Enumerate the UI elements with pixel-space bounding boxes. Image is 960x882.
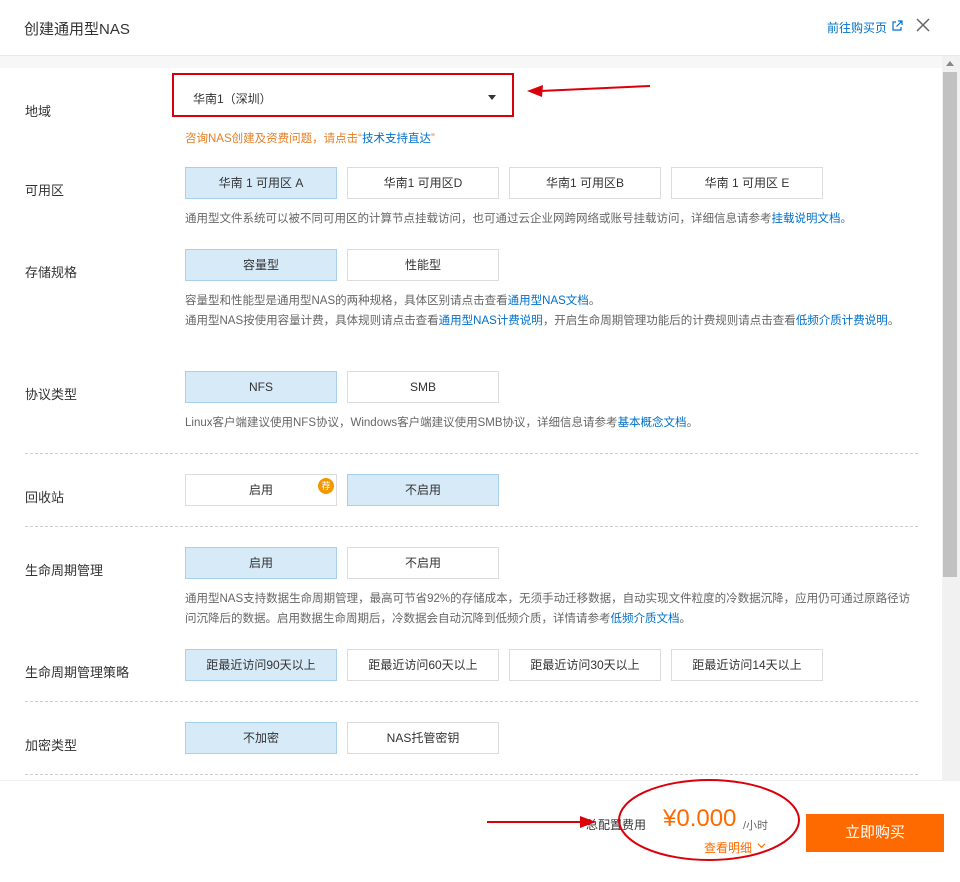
- storage-help-line2: 通用型NAS按使用容量计费，具体规则请点击查看通用型NAS计费说明，开启生命周期…: [185, 311, 920, 331]
- storage-help2-mid: ，开启生命周期管理功能后的计费规则请点击查看: [542, 315, 796, 327]
- low-freq-doc-link[interactable]: 低频介质文档: [611, 613, 680, 625]
- chevron-down-icon[interactable]: [757, 841, 766, 850]
- zone-option-d[interactable]: 华南1 可用区D: [347, 167, 499, 199]
- zone-option-b[interactable]: 华南1 可用区B: [509, 167, 661, 199]
- protocol-help-end: 。: [686, 417, 699, 429]
- zone-help-text: 通用型文件系统可以被不同可用区的计算节点挂载访问，也可通过云企业网跨网络或账号挂…: [185, 213, 772, 225]
- recycle-option-enable[interactable]: 启用: [185, 474, 337, 506]
- recycle-option-disable[interactable]: 不启用: [347, 474, 499, 506]
- policy-option-60[interactable]: 距最近访问60天以上: [347, 649, 499, 681]
- storage-option-capacity[interactable]: 容量型: [185, 249, 337, 281]
- zone-option-e[interactable]: 华南 1 可用区 E: [671, 167, 823, 199]
- zone-label: 可用区: [25, 183, 65, 198]
- protocol-help: Linux客户端建议使用NFS协议，Windows客户端建议使用SMB协议，详细…: [185, 413, 920, 433]
- basic-concept-doc-link[interactable]: 基本概念文档: [618, 417, 687, 429]
- section-divider: [25, 701, 918, 702]
- scrollbar-thumb[interactable]: [943, 72, 957, 577]
- storage-help1-end: 。: [588, 295, 601, 307]
- lifecycle-help-end: 。: [679, 613, 692, 625]
- storage-option-performance[interactable]: 性能型: [347, 249, 499, 281]
- recommended-badge: 荐: [318, 478, 334, 494]
- storage-label: 存储规格: [25, 265, 78, 280]
- buy-now-button[interactable]: 立即购买: [806, 814, 944, 852]
- form-content: 地域 华南1（深圳） 咨询NAS创建及资费问题，请点击“技术支持直达” 可用区 …: [0, 56, 942, 780]
- annotation-highlight-box: [172, 73, 514, 117]
- lifecycle-help: 通用型NAS支持数据生命周期管理，最高可节省92%的存储成本，无须手动迁移数据，…: [185, 589, 920, 629]
- storage-help1-text: 容量型和性能型是通用型NAS的两种规格，具体区别请点击查看: [185, 295, 508, 307]
- nas-doc-link[interactable]: 通用型NAS文档: [508, 295, 589, 307]
- external-link-icon[interactable]: [891, 20, 903, 32]
- consult-text: 咨询NAS创建及资费问题，请点击“: [185, 133, 362, 145]
- zone-option-a[interactable]: 华南 1 可用区 A: [185, 167, 337, 199]
- lifecycle-help-text: 通用型NAS支持数据生命周期管理，最高可节省92%的存储成本，无须手动迁移数据，…: [185, 593, 911, 625]
- consult-note: 咨询NAS创建及资费问题，请点击“技术支持直达”: [185, 130, 435, 146]
- price-unit: /小时: [743, 820, 769, 832]
- dialog-title: 创建通用型NAS: [24, 21, 130, 38]
- low-freq-billing-link[interactable]: 低频介质计费说明: [796, 315, 888, 327]
- policy-option-90[interactable]: 距最近访问90天以上: [185, 649, 337, 681]
- storage-help: 容量型和性能型是通用型NAS的两种规格，具体区别请点击查看通用型NAS文档。 通…: [185, 291, 920, 331]
- mount-doc-link[interactable]: 挂载说明文档: [772, 213, 841, 225]
- policy-label: 生命周期管理策略: [25, 665, 130, 680]
- storage-help2-end: 。: [887, 315, 900, 327]
- protocol-label: 协议类型: [25, 387, 78, 402]
- nas-billing-link[interactable]: 通用型NAS计费说明: [439, 315, 543, 327]
- encryption-label: 加密类型: [25, 738, 78, 753]
- encryption-option-managed-key[interactable]: NAS托管密钥: [347, 722, 499, 754]
- tech-support-link[interactable]: 技术支持直达: [362, 133, 431, 145]
- create-nas-dialog: 创建通用型NAS 前往购买页 地域 华南1（深圳） 咨询NAS创建及资费问题，请…: [0, 0, 960, 882]
- dialog-footer: 总配置费用 ¥0.000 /小时 查看明细 立即购买: [0, 780, 960, 882]
- zone-help-end: 。: [840, 213, 853, 225]
- close-icon[interactable]: [915, 17, 931, 33]
- total-fee-label: 总配置费用: [586, 818, 647, 832]
- storage-help-line1: 容量型和性能型是通用型NAS的两种规格，具体区别请点击查看通用型NAS文档。: [185, 291, 920, 311]
- lifecycle-option-disable[interactable]: 不启用: [347, 547, 499, 579]
- policy-option-14[interactable]: 距最近访问14天以上: [671, 649, 823, 681]
- view-detail-link[interactable]: 查看明细: [704, 839, 752, 856]
- protocol-option-nfs[interactable]: NFS: [185, 371, 337, 403]
- section-divider: [25, 453, 918, 454]
- zone-help: 通用型文件系统可以被不同可用区的计算节点挂载访问，也可通过云企业网跨网络或账号挂…: [185, 209, 920, 229]
- dialog-header: 创建通用型NAS 前往购买页: [0, 0, 960, 56]
- encryption-option-none[interactable]: 不加密: [185, 722, 337, 754]
- consult-text-end: ”: [430, 133, 435, 145]
- scroll-up-arrow-icon[interactable]: [946, 61, 954, 66]
- section-divider: [25, 774, 918, 775]
- recycle-label: 回收站: [25, 490, 65, 505]
- storage-help2-text: 通用型NAS按使用容量计费，具体规则请点击查看: [185, 315, 439, 327]
- lifecycle-option-enable[interactable]: 启用: [185, 547, 337, 579]
- region-label: 地域: [25, 104, 52, 119]
- goto-buy-page-link[interactable]: 前往购买页: [827, 19, 887, 36]
- policy-option-30[interactable]: 距最近访问30天以上: [509, 649, 661, 681]
- lifecycle-label: 生命周期管理: [25, 563, 104, 578]
- protocol-option-smb[interactable]: SMB: [347, 371, 499, 403]
- total-price: ¥0.000: [663, 805, 737, 832]
- protocol-help-text: Linux客户端建议使用NFS协议，Windows客户端建议使用SMB协议，详细…: [185, 417, 618, 429]
- section-divider: [25, 526, 918, 527]
